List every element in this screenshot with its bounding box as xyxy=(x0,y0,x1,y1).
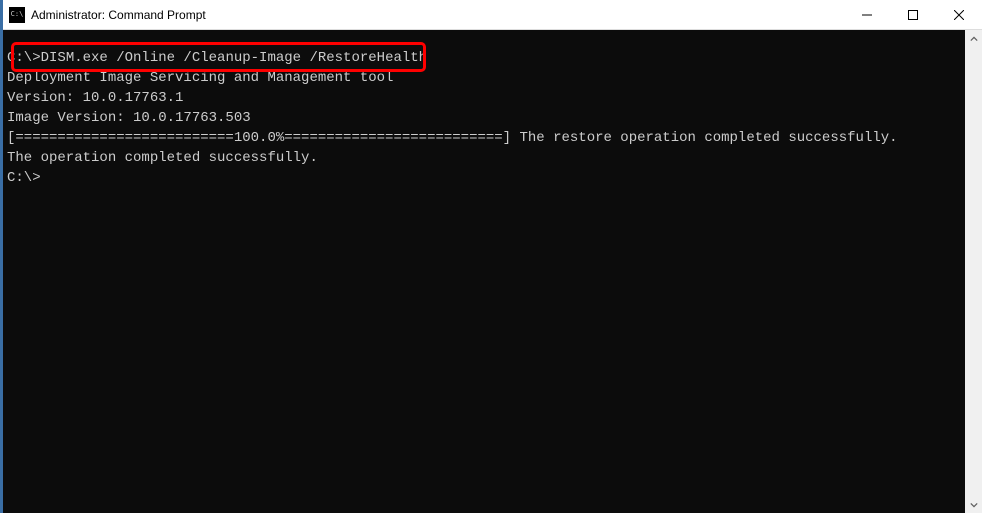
terminal-line: The operation completed successfully. xyxy=(7,148,961,168)
terminal-area: C:\>DISM.exe /Online /Cleanup-Image /Res… xyxy=(3,30,982,513)
terminal-line: C:\> xyxy=(7,168,961,188)
window-title: Administrator: Command Prompt xyxy=(31,8,844,22)
vertical-scrollbar[interactable] xyxy=(965,30,982,513)
prompt: C:\> xyxy=(7,50,41,66)
window-controls xyxy=(844,0,982,29)
maximize-button[interactable] xyxy=(890,0,936,29)
command-text: DISM.exe /Online /Cleanup-Image /Restore… xyxy=(41,50,427,66)
close-button[interactable] xyxy=(936,0,982,29)
titlebar[interactable]: Administrator: Command Prompt xyxy=(3,0,982,30)
terminal-line: Deployment Image Servicing and Managemen… xyxy=(7,68,961,88)
scroll-down-arrow-icon[interactable] xyxy=(965,496,982,513)
scroll-up-arrow-icon[interactable] xyxy=(965,30,982,47)
terminal-output[interactable]: C:\>DISM.exe /Online /Cleanup-Image /Res… xyxy=(3,30,965,513)
terminal-line: C:\>DISM.exe /Online /Cleanup-Image /Res… xyxy=(7,48,961,68)
cmd-icon xyxy=(9,7,25,23)
terminal-line: Version: 10.0.17763.1 xyxy=(7,88,961,108)
terminal-line: Image Version: 10.0.17763.503 xyxy=(7,108,961,128)
command-prompt-window: Administrator: Command Prompt C:\>DISM.e… xyxy=(0,0,982,513)
minimize-button[interactable] xyxy=(844,0,890,29)
terminal-line: [==========================100.0%=======… xyxy=(7,128,961,148)
scroll-track[interactable] xyxy=(965,47,982,496)
